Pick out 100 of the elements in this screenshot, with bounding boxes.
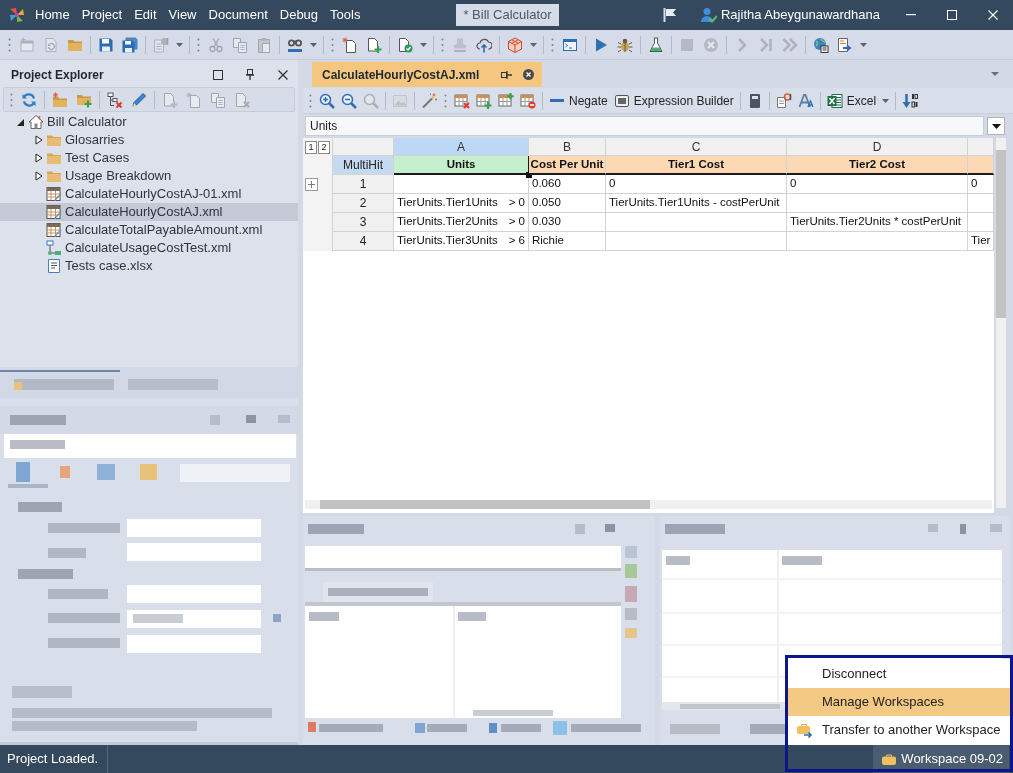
minimize-icon[interactable]	[905, 14, 916, 16]
menu-item[interactable]: Debug	[279, 5, 319, 25]
horizontal-scrollbar[interactable]	[305, 500, 992, 509]
formula-dropdown-button[interactable]	[987, 117, 1005, 135]
grip-icon[interactable]	[8, 37, 11, 52]
row-header[interactable]: 3	[333, 213, 394, 232]
column-letter-header[interactable]: C	[606, 138, 787, 156]
new-folder-icon[interactable]	[52, 91, 68, 108]
pencil-icon[interactable]	[131, 91, 147, 108]
expander-icon[interactable]	[35, 135, 43, 145]
excel-button[interactable]: Excel	[823, 89, 880, 112]
menu-item[interactable]: Manage Workspaces	[788, 688, 1010, 716]
tree-item[interactable]: Usage Breakdown	[0, 167, 298, 185]
column-header[interactable]: Units	[394, 156, 529, 175]
negate-button[interactable]: Negate	[546, 89, 611, 112]
caret-icon[interactable]	[882, 98, 890, 103]
table-delete-icon[interactable]	[454, 92, 470, 109]
tree-item[interactable]: Tests case.xlsx	[0, 257, 298, 275]
table-remove-icon[interactable]	[520, 92, 536, 109]
grip-icon[interactable]	[197, 37, 200, 52]
scrollbar-thumb[interactable]	[320, 500, 650, 509]
grip-icon[interactable]	[10, 92, 13, 107]
outline-level-button[interactable]: 1	[305, 140, 317, 154]
globe-icon[interactable]	[813, 36, 829, 53]
flag-icon[interactable]	[663, 7, 677, 23]
tree-item[interactable]: CalculateTotalPayableAmount.xml	[0, 221, 298, 239]
document-stamp-icon[interactable]	[775, 92, 792, 109]
grip-icon[interactable]	[444, 93, 447, 108]
expander-icon[interactable]	[35, 153, 43, 163]
cloud-upload-icon[interactable]	[476, 36, 492, 53]
font-icon[interactable]	[797, 92, 814, 109]
cube-icon[interactable]	[507, 36, 523, 53]
save-icon[interactable]	[98, 36, 114, 53]
document-check-icon[interactable]	[397, 36, 413, 53]
tree-item[interactable]: CalculateHourlyCostAJ.xml	[0, 203, 298, 221]
pin-icon[interactable]	[246, 69, 254, 80]
delete-tree-icon[interactable]	[107, 91, 123, 108]
document-title-tab[interactable]: * Bill Calculator	[456, 4, 559, 26]
column-header[interactable]	[968, 156, 994, 175]
close-icon[interactable]	[523, 69, 535, 80]
menu-item[interactable]: Project	[81, 5, 123, 25]
menu-item[interactable]: Document	[208, 5, 268, 25]
menu-item[interactable]: View	[168, 5, 197, 25]
caret-icon[interactable]	[991, 72, 999, 76]
column-letter-header[interactable]: D	[787, 138, 968, 156]
grip-icon[interactable]	[331, 37, 334, 52]
tree-item[interactable]: CalculateUsageCostTest.xml	[0, 239, 298, 257]
close-icon[interactable]	[278, 69, 288, 80]
zoom-out-icon[interactable]	[341, 92, 357, 109]
bug-icon[interactable]	[617, 36, 633, 53]
play-icon[interactable]	[593, 36, 609, 53]
save-all-icon[interactable]	[122, 36, 138, 53]
column-header[interactable]: Tier1 Cost	[606, 156, 787, 175]
column-header[interactable]: Cost Per Unit	[529, 156, 606, 175]
console-icon[interactable]	[562, 36, 578, 53]
expand-row-icon[interactable]	[305, 178, 318, 191]
expander-icon[interactable]	[35, 171, 43, 181]
caret-icon[interactable]	[530, 42, 537, 47]
user-name[interactable]: Rajitha Abeygunawardhana	[721, 5, 880, 25]
tree-item[interactable]: CalculateHourlyCostAJ-01.xml	[0, 185, 298, 203]
menu-item[interactable]: Edit	[134, 5, 157, 25]
user-check-icon[interactable]	[701, 7, 717, 23]
table-add-icon[interactable]	[476, 92, 492, 109]
scrollbar-thumb[interactable]	[996, 150, 1006, 318]
row-header[interactable]: 2	[333, 194, 394, 213]
wand-icon[interactable]	[421, 92, 437, 109]
grip-icon[interactable]	[441, 37, 444, 52]
grip-icon[interactable]	[309, 93, 312, 108]
table-add-column-icon[interactable]	[498, 92, 514, 109]
caret-icon[interactable]	[310, 42, 317, 47]
outline-level-button[interactable]: 2	[318, 140, 330, 154]
grip-icon[interactable]	[551, 37, 554, 52]
tree-item[interactable]: Glosarries	[0, 131, 298, 149]
formula-field[interactable]: Units	[305, 116, 984, 136]
add-file-icon[interactable]	[366, 36, 382, 53]
menu-item[interactable]: Home	[35, 5, 70, 25]
menu-item[interactable]: Tools	[330, 5, 361, 25]
pin-icon[interactable]	[501, 70, 513, 79]
refresh-icon[interactable]	[21, 91, 37, 108]
tree-item[interactable]: Test Cases	[0, 149, 298, 167]
maximize-icon[interactable]	[213, 69, 223, 80]
vertical-scrollbar[interactable]	[996, 138, 1006, 508]
tree-item[interactable]: Bill Calculator	[0, 113, 298, 131]
row-header[interactable]: 4	[333, 232, 394, 251]
editor-tab[interactable]: CalculateHourlyCostAJ.xml	[312, 62, 543, 87]
column-header[interactable]: Tier2 Cost	[787, 156, 968, 175]
expander-icon[interactable]	[17, 117, 25, 127]
sort-down-icon[interactable]	[902, 92, 919, 109]
export-icon[interactable]	[837, 36, 853, 53]
caret-icon[interactable]	[420, 42, 427, 47]
column-letter-header[interactable]: A	[394, 138, 529, 156]
new-file-icon[interactable]	[342, 36, 358, 53]
row-header-caption: MultiHit	[333, 156, 394, 175]
caret-icon[interactable]	[860, 42, 867, 47]
zoom-in-icon[interactable]	[319, 92, 335, 109]
spreadsheet-icon	[826, 92, 843, 109]
expression-builder-button[interactable]: Expression Builder	[610, 89, 737, 112]
row-header[interactable]: 1	[333, 175, 394, 194]
column-letter-header[interactable]: B	[529, 138, 606, 156]
flask-icon[interactable]	[648, 36, 664, 53]
